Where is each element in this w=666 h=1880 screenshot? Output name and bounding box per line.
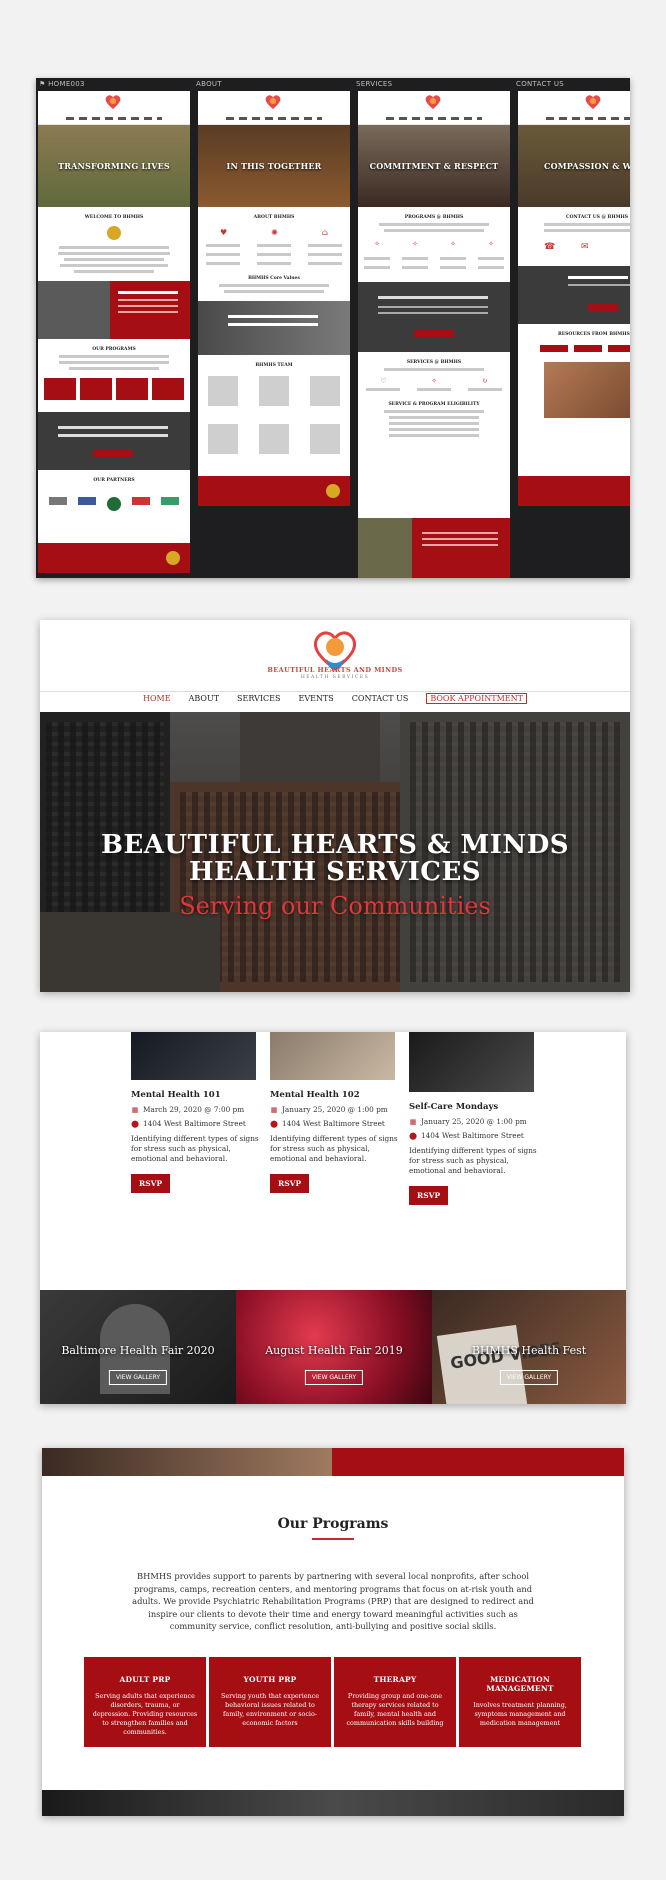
event-description: Identifying different types of signs for… (270, 1134, 398, 1163)
map-pin-icon: ⬤ (131, 1119, 139, 1128)
programs-section: HOMEABOUTSERVICESEVENTSCONTACT USBOOK AP… (42, 1448, 624, 1816)
calendar-icon: ▦ (409, 1117, 417, 1126)
event-card: Self-Care Mondays ▦ January 25, 2020 @ 1:… (409, 1032, 539, 1205)
mini-hero: COMMITMENT & RESPECT (358, 125, 510, 207)
events-section: HOMEABOUTSERVICESEVENTSCONTACT USBOOK AP… (40, 1032, 626, 1404)
home-page-thumbnail[interactable]: TRANSFORMING LIVES WELCOME TO BHMHS OUR … (38, 91, 190, 573)
event-card: Mental Health 101 ▦ March 29, 2020 @ 7:00… (131, 1032, 261, 1193)
view-gallery-button[interactable]: VIEW GALLERY (108, 1370, 168, 1385)
program-title: ADULT PRP (119, 1675, 171, 1684)
mini-logo (104, 94, 122, 110)
sitemap-overview: ⚑ HOME003 TRANSFORMING LIVES WELCOME TO … (36, 78, 630, 578)
mini-hero: COMPASSION & WELLN (518, 125, 630, 207)
overview-column-services: SERVICES COMMITMENT & RESPECT PROGRAMS @… (356, 78, 512, 578)
gallery-title: BHMHS Health Fest (471, 1344, 587, 1357)
event-location: 1404 West Baltimore Street (282, 1119, 385, 1128)
nav-about[interactable]: ABOUT (189, 694, 219, 704)
event-date: January 25, 2020 @ 1:00 pm (282, 1105, 388, 1114)
overview-column-label: SERVICES (356, 80, 393, 88)
gallery-card: GOOD VIBES BHMHS Health Fest VIEW GALLER… (432, 1290, 626, 1404)
gallery-card: August Health Fair 2019 VIEW GALLERY (236, 1290, 432, 1404)
event-title[interactable]: Mental Health 101 (131, 1090, 261, 1100)
overview-column-home: ⚑ HOME003 TRANSFORMING LIVES WELCOME TO … (36, 78, 192, 578)
home-hero-section: BEAUTIFUL HEARTS AND MINDS HEALTH SERVIC… (40, 620, 630, 992)
event-location: 1404 West Baltimore Street (143, 1119, 246, 1128)
event-image (270, 1032, 395, 1080)
nav-contact-us[interactable]: CONTACT US (352, 694, 409, 704)
calendar-icon: ▦ (131, 1105, 139, 1114)
faded-nav: HOMEABOUTSERVICESEVENTSCONTACT USBOOK AP… (42, 1448, 624, 1454)
overview-column-label: ⚑ HOME003 (39, 80, 85, 88)
contact-page-thumbnail[interactable]: COMPASSION & WELLN CONTACT US @ BHMHS ☎ … (518, 91, 630, 506)
program-card-therapy[interactable]: THERAPY Providing group and one-one ther… (334, 1657, 456, 1747)
hero-title-line1: BEAUTIFUL HEARTS & MINDS (100, 830, 570, 860)
programs-intro: BHMHS provides support to parents by par… (132, 1571, 534, 1631)
event-date: January 25, 2020 @ 1:00 pm (421, 1117, 527, 1126)
program-card-youth-prp[interactable]: YOUTH PRP Serving youth that experience … (209, 1657, 331, 1747)
heading-underline (312, 1538, 354, 1540)
overview-column-contact: CONTACT US COMPASSION & WELLN CONTACT US… (516, 78, 630, 578)
program-card-adult-prp[interactable]: ADULT PRP Serving adults that experience… (84, 1657, 206, 1747)
overview-column-label: CONTACT US (516, 80, 564, 88)
event-image (131, 1032, 256, 1080)
event-image (409, 1032, 534, 1092)
event-description: Identifying different types of signs for… (131, 1134, 259, 1163)
program-card-medication-management[interactable]: MEDICATION MANAGEMENT Involves treatment… (459, 1657, 581, 1747)
rsvp-button[interactable]: RSVP (270, 1174, 310, 1193)
rsvp-button[interactable]: RSVP (131, 1174, 171, 1193)
footer-image-strip (42, 1790, 624, 1816)
map-pin-icon: ⬤ (409, 1131, 417, 1140)
calendar-icon: ▦ (270, 1105, 278, 1114)
nav-events[interactable]: EVENTS (298, 694, 333, 704)
program-title: THERAPY (373, 1675, 417, 1684)
rsvp-button[interactable]: RSVP (409, 1186, 449, 1205)
hero-banner: BEAUTIFUL HEARTS & MINDS HEALTH SERVICES… (40, 712, 630, 992)
gallery-card: Baltimore Health Fair 2020 VIEW GALLERY (40, 1290, 236, 1404)
overview-column-label: ABOUT (196, 80, 222, 88)
event-title[interactable]: Mental Health 102 (270, 1090, 400, 1100)
event-title[interactable]: Self-Care Mondays (409, 1102, 539, 1112)
program-description: Providing group and one-one therapy serv… (346, 1692, 444, 1727)
hero-subtitle: Serving our Communities (179, 892, 491, 920)
logo-text: BEAUTIFUL HEARTS AND MINDS (267, 666, 403, 674)
event-card: Mental Health 102 ▦ January 25, 2020 @ 1:… (270, 1032, 400, 1193)
programs-heading: Our Programs (277, 1516, 389, 1532)
program-description: Serving youth that experience behavioral… (220, 1692, 320, 1727)
nav-home[interactable]: HOME (143, 694, 171, 704)
map-pin-icon: ⬤ (270, 1119, 278, 1128)
gallery-title: Baltimore Health Fair 2020 (61, 1344, 215, 1357)
main-nav: HOME ABOUT SERVICES EVENTS CONTACT US BO… (40, 693, 630, 704)
program-title: YOUTH PRP (243, 1675, 297, 1684)
nav-services[interactable]: SERVICES (237, 694, 280, 704)
hero-title-line2: HEALTH SERVICES (188, 857, 482, 887)
mini-hero: TRANSFORMING LIVES (38, 125, 190, 207)
book-appointment-button[interactable]: BOOK APPOINTMENT (426, 693, 527, 704)
event-description: Identifying different types of signs for… (409, 1146, 537, 1175)
view-gallery-button[interactable]: VIEW GALLERY (304, 1370, 364, 1385)
program-description: Involves treatment planning, symptoms ma… (473, 1701, 567, 1727)
program-title: MEDICATION MANAGEMENT (486, 1675, 554, 1693)
overview-column-about: ABOUT IN THIS TOGETHER ABOUT BHMHS ♥ ✺ ⌂ B… (196, 78, 352, 578)
event-date: March 29, 2020 @ 7:00 pm (143, 1105, 245, 1114)
services-page-thumbnail[interactable]: COMMITMENT & RESPECT PROGRAMS @ BHMHS ✧ ✧… (358, 91, 510, 578)
gallery-title: August Health Fair 2019 (265, 1344, 403, 1357)
event-location: 1404 West Baltimore Street (421, 1131, 524, 1140)
about-page-thumbnail[interactable]: IN THIS TOGETHER ABOUT BHMHS ♥ ✺ ⌂ BHMHS C… (198, 91, 350, 506)
mini-hero: IN THIS TOGETHER (198, 125, 350, 207)
program-description: Serving adults that experience disorders… (92, 1692, 198, 1736)
view-gallery-button[interactable]: VIEW GALLERY (499, 1370, 559, 1385)
logo-subtext: HEALTH SERVICES (300, 675, 370, 680)
